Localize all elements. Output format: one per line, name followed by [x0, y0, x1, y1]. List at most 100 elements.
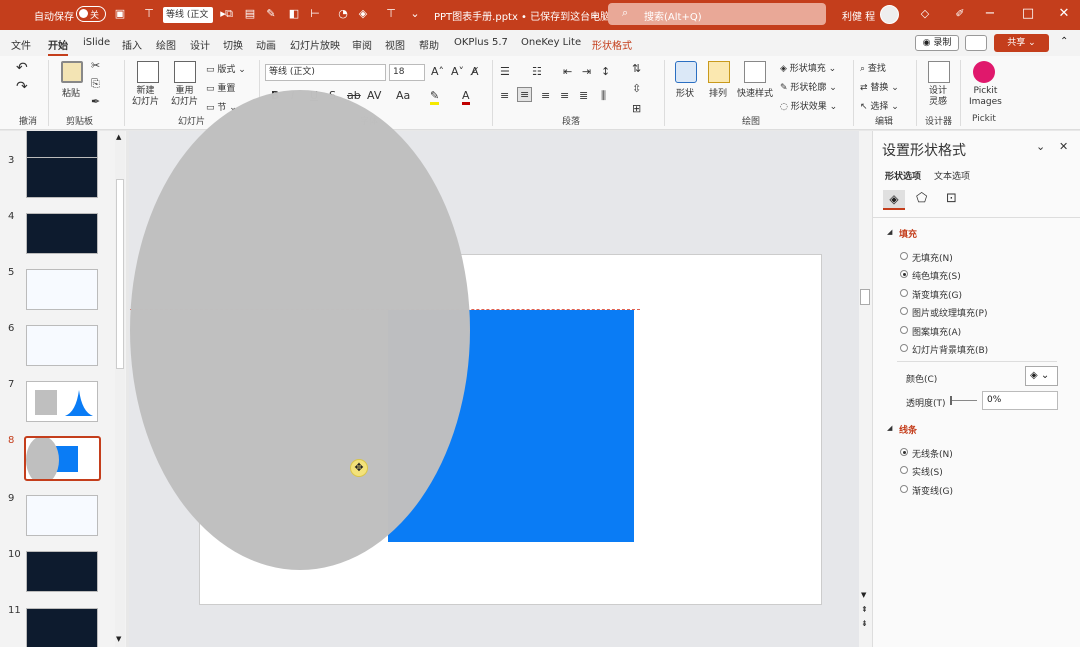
option-slide-bg-fill[interactable]: 幻灯片背景填充(B): [912, 343, 988, 356]
slide-thumbnail[interactable]: [26, 551, 98, 592]
select-button[interactable]: ↖ 选择 ⌄: [860, 99, 899, 112]
save-icon[interactable]: ▣: [113, 7, 127, 21]
new-slide-icon[interactable]: [137, 61, 159, 83]
slide-thumbnail[interactable]: [26, 381, 98, 422]
tab-animations[interactable]: 动画: [256, 37, 276, 52]
option-no-line[interactable]: 无线条(N): [912, 447, 953, 460]
slide-thumbnail-selected[interactable]: [24, 436, 101, 481]
tab-file[interactable]: 文件: [11, 37, 31, 52]
tab-okplus[interactable]: OKPlus 5.7: [454, 37, 508, 48]
document-title[interactable]: PPT图表手册.pptx • 已保存到这台电脑: [434, 8, 610, 23]
tab-islide[interactable]: iSlide: [83, 37, 110, 48]
quick-styles-label[interactable]: 快速样式: [737, 86, 773, 99]
text-align-icon[interactable]: ⊤: [384, 7, 398, 21]
radio-no-fill[interactable]: [900, 252, 908, 260]
slide-thumbnail[interactable]: [26, 325, 98, 366]
option-solid-fill[interactable]: 纯色填充(S): [912, 269, 961, 282]
font-size-combo[interactable]: 18: [389, 64, 425, 81]
scrollbar-thumb[interactable]: [860, 289, 870, 305]
distribute-icon[interactable]: ⊢: [308, 7, 322, 21]
shrink-font-icon[interactable]: A˅: [451, 65, 464, 78]
shapes-icon[interactable]: [675, 61, 697, 83]
group-icon[interactable]: ⧉: [222, 7, 236, 21]
grow-font-icon[interactable]: A˄: [431, 65, 444, 78]
effects-pentagon-icon[interactable]: ⬠: [916, 191, 927, 206]
radio-solid-fill[interactable]: [900, 270, 908, 278]
radio-no-line[interactable]: [900, 448, 908, 456]
cut-shape-icon[interactable]: ◔: [336, 7, 350, 21]
line-collapse-icon[interactable]: ◢: [887, 424, 892, 432]
smartart-icon[interactable]: ⊞: [632, 102, 641, 115]
diamond-icon[interactable]: ◇: [918, 7, 932, 21]
quick-font-box[interactable]: 等线 (正文: [163, 7, 213, 23]
align-right-icon[interactable]: ≡: [541, 89, 550, 102]
shape-icon[interactable]: ◧: [287, 7, 301, 21]
line-spacing-icon[interactable]: ↕: [601, 65, 610, 78]
pickit-icon[interactable]: [973, 61, 995, 83]
arrange-label[interactable]: 排列: [709, 86, 727, 99]
radio-solid-line[interactable]: [900, 466, 908, 474]
color-picker-button[interactable]: ◈ ⌄: [1025, 366, 1058, 386]
change-case-icon[interactable]: Aa: [396, 89, 410, 102]
avatar[interactable]: [880, 5, 899, 24]
arrange-icon[interactable]: [708, 61, 730, 83]
pane-options-chevron-icon[interactable]: ⌄: [1036, 140, 1045, 153]
option-solid-line[interactable]: 实线(S): [912, 465, 943, 478]
quick-styles-icon[interactable]: [744, 61, 766, 83]
tab-insert[interactable]: 插入: [122, 37, 142, 52]
align-left-icon[interactable]: ≡: [500, 89, 509, 102]
font-name-combo[interactable]: 等线 (正文): [265, 64, 386, 81]
pane-close-icon[interactable]: ✕: [1059, 140, 1068, 153]
align-text-icon[interactable]: ⇳: [632, 82, 641, 95]
slider-handle[interactable]: [950, 396, 952, 405]
scrollbar-thumb[interactable]: [116, 179, 124, 369]
columns-icon[interactable]: ⫼: [601, 89, 606, 103]
collapse-ribbon-icon[interactable]: ⌃: [1060, 36, 1068, 47]
fill-line-icon[interactable]: ◈: [883, 190, 905, 210]
record-button[interactable]: ◉ 录制: [915, 35, 959, 51]
transparency-slider[interactable]: [951, 400, 977, 401]
more-commands-icon[interactable]: ⌄: [408, 7, 422, 21]
cut-icon[interactable]: ✂: [91, 59, 100, 72]
scroll-up-icon[interactable]: ▲: [116, 133, 121, 141]
tab-shape-format[interactable]: 形状格式: [592, 37, 632, 52]
prev-slide-icon[interactable]: ⇞: [861, 605, 868, 614]
numbering-icon[interactable]: ☷: [532, 65, 542, 78]
justify-icon[interactable]: ≡: [560, 89, 569, 102]
reset-button[interactable]: ▭ 重置: [206, 81, 235, 94]
clear-format-icon[interactable]: A̸: [471, 65, 479, 78]
option-picture-fill[interactable]: 图片或纹理填充(P): [912, 306, 987, 319]
font-color-icon[interactable]: A: [462, 89, 470, 105]
align-icon[interactable]: ▤: [243, 7, 257, 21]
reuse-slide-label[interactable]: 重用 幻灯片: [171, 86, 198, 108]
option-no-fill[interactable]: 无填充(N): [912, 251, 953, 264]
comments-button[interactable]: [965, 35, 987, 51]
fill-icon[interactable]: ◈: [356, 7, 370, 21]
autosave-toggle[interactable]: 关: [76, 6, 106, 22]
tab-review[interactable]: 审阅: [352, 37, 372, 52]
format-painter-icon[interactable]: ⊤: [142, 7, 156, 21]
shape-fill-button[interactable]: ◈ 形状填充 ⌄: [780, 61, 836, 74]
slide-thumbnail[interactable]: [26, 269, 98, 310]
layout-button[interactable]: ▭ 版式 ⌄: [206, 62, 246, 75]
increase-indent-icon[interactable]: ⇥: [582, 65, 591, 78]
design-ideas-label[interactable]: 设计 灵感: [929, 86, 947, 108]
slide-thumbnail[interactable]: [26, 495, 98, 536]
slide-thumbnail[interactable]: [26, 213, 98, 254]
radio-picture-fill[interactable]: [900, 307, 908, 315]
spacing-icon[interactable]: AV: [367, 89, 381, 102]
canvas-scrollbar[interactable]: ▼ ⇞ ⇟: [859, 131, 872, 647]
tab-help[interactable]: 帮助: [419, 37, 439, 52]
search-box[interactable]: ⌕ 搜索(Alt+Q): [608, 3, 826, 25]
shape-effects-button[interactable]: ◌ 形状效果 ⌄: [780, 99, 837, 112]
undo-icon[interactable]: ↶: [16, 60, 28, 76]
title-chevron-icon[interactable]: ⌄: [588, 7, 602, 21]
paste-label[interactable]: 粘贴: [62, 86, 80, 99]
tab-home[interactable]: 开始: [48, 37, 68, 56]
fill-section-header[interactable]: 填充: [899, 227, 917, 240]
option-gradient-line[interactable]: 渐变线(G): [912, 484, 953, 497]
restore-icon[interactable]: □: [1018, 5, 1038, 23]
reuse-slide-icon[interactable]: [174, 61, 196, 83]
tab-onekey[interactable]: OneKey Lite: [521, 37, 581, 48]
slide-thumbnail[interactable]: [26, 157, 98, 198]
